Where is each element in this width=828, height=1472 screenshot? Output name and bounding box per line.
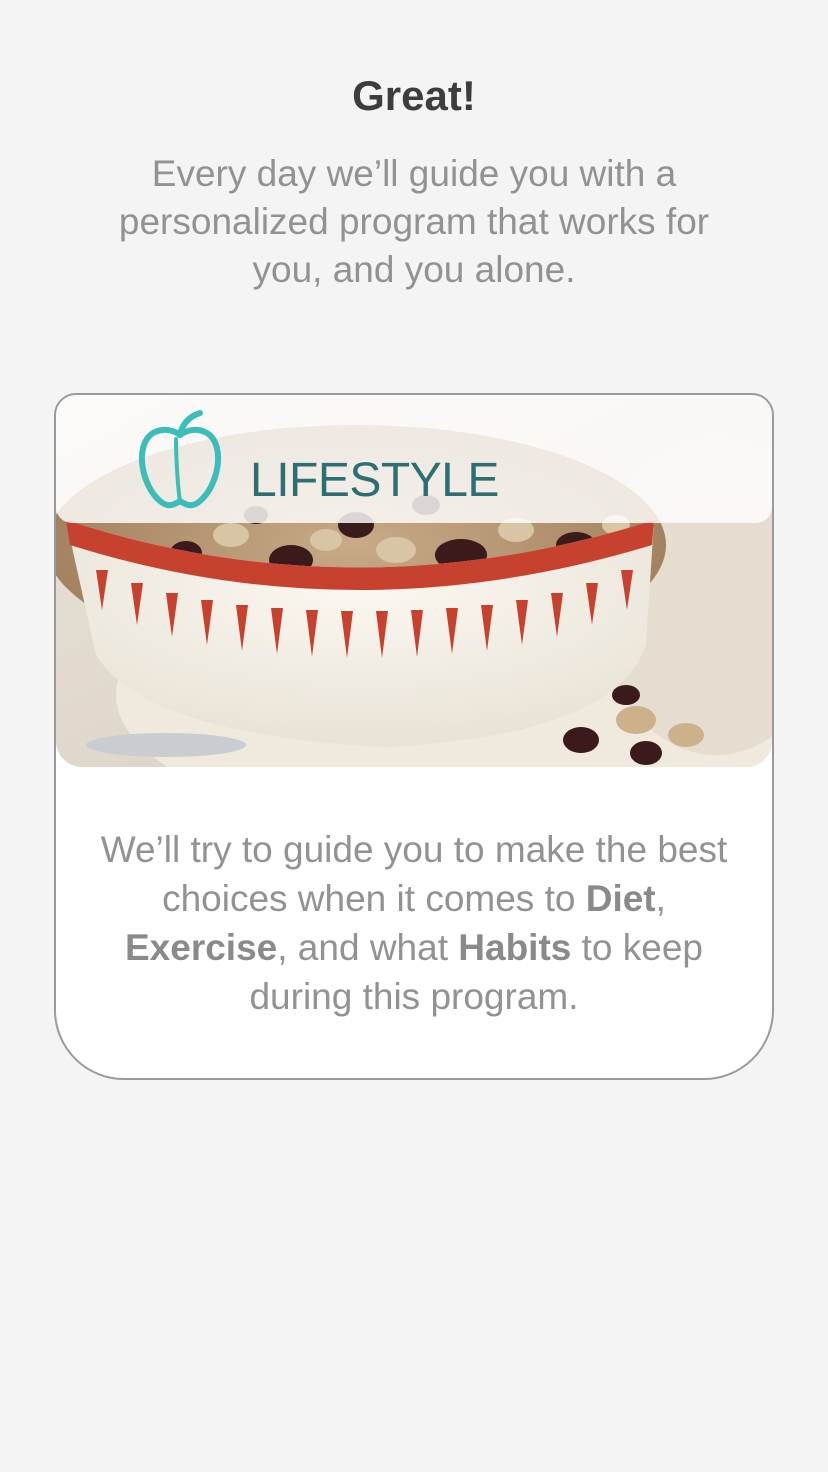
page-subtitle: Every day we’ll guide you with a persona… [118, 153, 710, 290]
banner-label: LIFESTYLE [250, 454, 499, 507]
card-description: We’ll try to guide you to make the best … [100, 829, 728, 1017]
apple-icon [138, 410, 222, 509]
onboarding-screen: Great! Every day we’ll guide you with a … [0, 0, 828, 1472]
oatmeal-bowl-photo: LIFESTYLE [56, 395, 772, 767]
keyword-habits: Habits [458, 927, 572, 968]
keyword-diet: Diet [585, 878, 656, 919]
lifestyle-card[interactable]: LIFESTYLE We’ll try to guide you to make… [54, 393, 774, 1080]
keyword-exercise: Exercise [125, 927, 278, 968]
page-title: Great! [352, 72, 476, 119]
lifestyle-banner: LIFESTYLE [56, 395, 772, 523]
